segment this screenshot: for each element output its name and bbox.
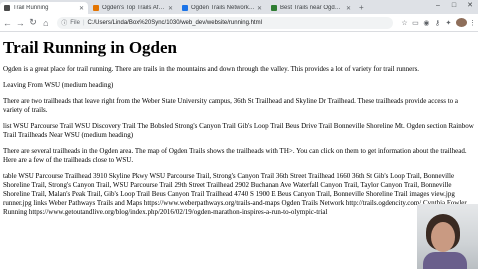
tab-trail-running[interactable]: Trail Running ✕ (0, 2, 88, 14)
address-separator: | (82, 19, 85, 26)
favicon-icon (4, 5, 10, 11)
tab-title: Trail Running (13, 5, 49, 11)
new-tab-button[interactable]: + (359, 2, 364, 14)
tab-best-trails[interactable]: Best Trails near Ogden, Utah | Al ✕ (267, 2, 355, 14)
webcam-overlay (417, 204, 478, 269)
page-title: Trail Running in Ogden (3, 38, 177, 57)
info-icon[interactable]: ⓘ (61, 18, 67, 27)
window-controls: – □ ✕ (430, 0, 478, 12)
home-icon[interactable]: ⌂ (40, 18, 51, 28)
tab-title: Ogden Trails Network | Ogden (191, 5, 255, 11)
presenter-shirt (423, 252, 467, 269)
trailheads-paragraph: There are two trailheads that leave righ… (3, 97, 459, 114)
tab-strip: Trail Running ✕ Ogden's Top Trails After… (0, 0, 478, 14)
intro-paragraph: Ogden is a great place for trail running… (3, 65, 420, 73)
favicon-icon (93, 5, 99, 11)
page-content: Trail Running in Ogden Ogden is a great … (3, 31, 475, 269)
close-tab-icon[interactable]: ✕ (79, 5, 84, 12)
close-tab-icon[interactable]: ✕ (346, 5, 351, 12)
puzzle-icon[interactable]: ✦ (443, 19, 454, 27)
minimize-button[interactable]: – (430, 0, 446, 12)
leaving-heading-text: Leaving From WSU (medium heading) (3, 81, 114, 89)
menu-icon[interactable]: ⋮ (467, 19, 478, 27)
arrow-right-icon[interactable]: → (15, 18, 26, 28)
camera-icon[interactable]: ◉ (421, 19, 432, 27)
star-icon[interactable]: ☆ (399, 19, 410, 27)
table-text: table WSU Parcourse Trailhead 3910 Skyli… (3, 172, 467, 216)
scheme-label: File (70, 19, 80, 26)
browser-toolbar: ← → ↻ ⌂ ⓘ File | C:/Users/Linda/Box%20Sy… (0, 14, 478, 32)
maximize-button[interactable]: □ (446, 0, 462, 12)
map-paragraph: There are several trailheads in the Ogde… (3, 147, 467, 164)
presenter-face (431, 222, 455, 252)
favicon-icon (271, 5, 277, 11)
trail-list-text: list WSU Parcourse Trail WSU Discovery T… (3, 122, 474, 139)
tab-title: Best Trails near Ogden, Utah | Al (280, 5, 344, 11)
arrow-left-icon[interactable]: ← (2, 18, 13, 28)
address-bar[interactable]: ⓘ File | C:/Users/Linda/Box%20Sync/1030/… (57, 16, 393, 29)
cast-icon[interactable]: ▭ (410, 19, 421, 27)
tab-ogden-top-trails[interactable]: Ogden's Top Trails After The Snow ✕ (89, 2, 177, 14)
reload-icon[interactable]: ↻ (28, 17, 39, 28)
key-icon[interactable]: ⚷ (432, 19, 443, 27)
close-tab-icon[interactable]: ✕ (168, 5, 173, 12)
extension-area: ☆ ▭ ◉ ⚷ ✦ ⋮ (399, 18, 478, 27)
close-window-button[interactable]: ✕ (462, 0, 478, 12)
favicon-icon (182, 5, 188, 11)
url-text[interactable]: C:/Users/Linda/Box%20Sync/1030/web_dev/w… (88, 20, 262, 26)
close-tab-icon[interactable]: ✕ (257, 5, 262, 12)
avatar[interactable] (455, 18, 467, 27)
tab-ogden-trails-network[interactable]: Ogden Trails Network | Ogden ✕ (178, 2, 266, 14)
tab-title: Ogden's Top Trails After The Snow (102, 5, 166, 11)
